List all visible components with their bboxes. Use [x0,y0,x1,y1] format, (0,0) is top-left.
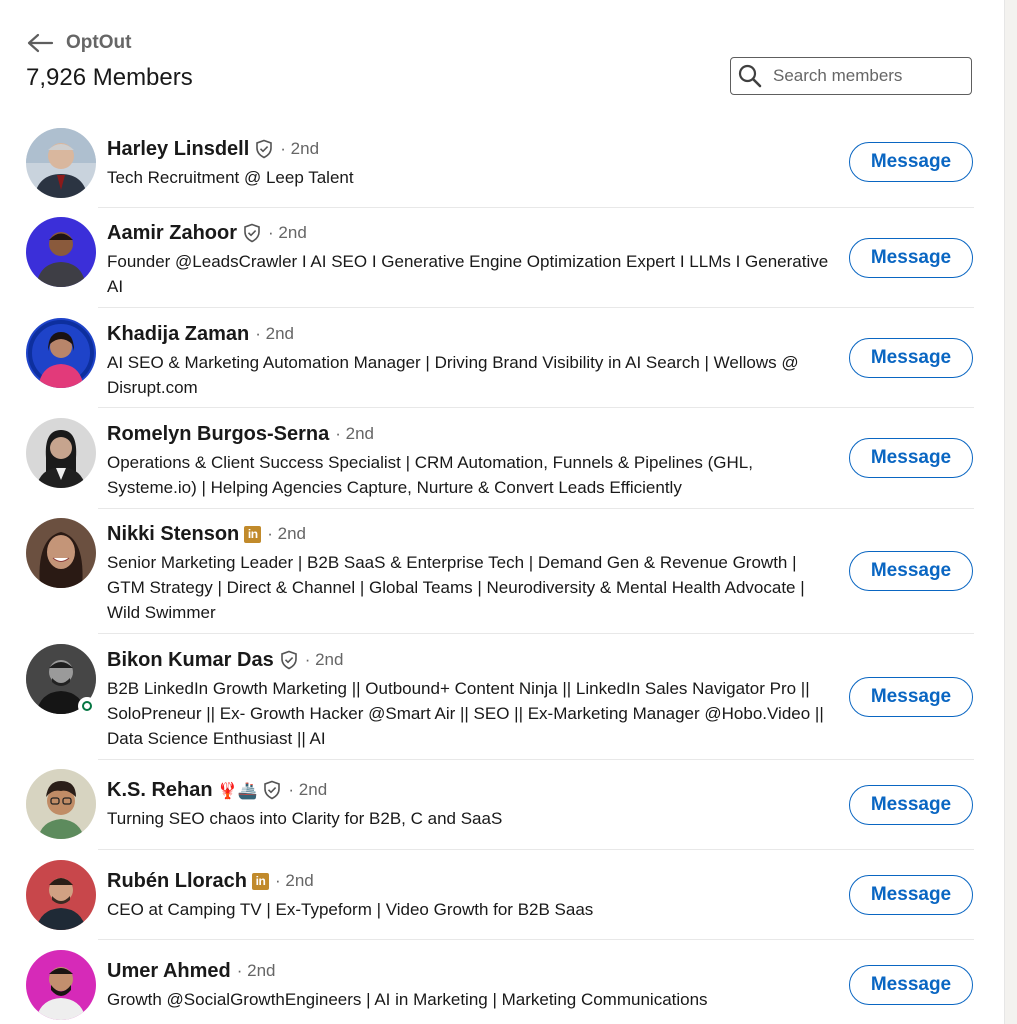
verified-icon [262,780,282,800]
member-name[interactable]: Umer Ahmed [107,960,231,983]
connection-degree: · 2nd [335,424,375,443]
divider [98,633,974,634]
search-icon [738,64,762,88]
divider [98,407,974,408]
open-status-icon [78,697,96,715]
search-box[interactable] [730,57,972,95]
member-headline: Turning SEO chaos into Clarity for B2B, … [107,809,503,828]
member-name[interactable]: Bikon Kumar Das [107,649,274,672]
linkedin-premium-icon: in [244,525,262,543]
message-button[interactable]: Message [849,875,973,915]
avatar[interactable] [26,950,96,1020]
verified-icon [254,139,274,159]
member-name[interactable]: Nikki Stenson [107,523,239,546]
connection-degree: · 2nd [275,871,314,890]
avatar[interactable] [26,217,96,287]
connection-degree: · 2nd [280,139,320,158]
connection-degree: · 2nd [288,780,328,799]
member-name[interactable]: Romelyn Burgos-Serna [107,423,329,446]
member-name[interactable]: Khadija Zaman [107,323,249,346]
connection-degree: · 2nd [268,223,307,242]
member-headline: Senior Marketing Leader | B2B SaaS & Ent… [107,553,805,622]
member-headline: B2B LinkedIn Growth Marketing || Outboun… [107,679,824,748]
search-input[interactable] [771,65,965,87]
avatar[interactable] [26,518,96,588]
arrow-left-icon [27,33,54,53]
message-button[interactable]: Message [849,551,973,591]
message-button[interactable]: Message [849,438,973,478]
message-button[interactable]: Message [849,677,973,717]
message-button[interactable]: Message [849,142,973,182]
member-headline: Operations & Client Success Specialist |… [107,453,753,497]
connection-degree: · 2nd [304,650,344,669]
divider [98,849,974,850]
member-headline: Tech Recruitment @ Leep Talent [107,168,354,187]
divider [98,759,974,760]
verified-icon [279,650,299,670]
member-count: 7,926 Members [26,64,193,91]
divider [98,207,974,208]
message-button[interactable]: Message [849,965,973,1005]
linkedin-premium-icon: in [252,872,270,890]
back-link[interactable]: OptOut [26,28,131,58]
avatar[interactable] [26,318,96,388]
member-name[interactable]: Harley Linsdell [107,138,249,161]
divider [98,939,974,940]
divider [98,307,974,308]
divider [98,508,974,509]
message-button[interactable]: Message [849,785,973,825]
avatar[interactable] [26,860,96,930]
name-emoji: 🦞🚢 [217,780,258,800]
connection-degree: · 2nd [255,324,295,343]
member-name[interactable]: Rubén Llorach [107,870,247,893]
connection-degree: · 2nd [267,524,307,543]
avatar[interactable] [26,769,96,839]
avatar[interactable] [26,128,96,198]
member-headline: Founder @LeadsCrawler I AI SEO I Generat… [107,252,829,296]
member-headline: AI SEO & Marketing Automation Manager | … [107,353,799,397]
member-name[interactable]: K.S. Rehan [107,779,213,802]
page-gutter [1004,0,1017,1024]
member-name[interactable]: Aamir Zahoor [107,222,237,245]
connection-degree: · 2nd [236,961,276,980]
member-headline: CEO at Camping TV | Ex-Typeform | Video … [107,900,594,919]
group-name: OptOut [66,32,132,53]
message-button[interactable]: Message [849,338,973,378]
member-headline: Growth @SocialGrowthEngineers | AI in Ma… [107,990,708,1009]
message-button[interactable]: Message [849,238,973,278]
avatar[interactable] [26,418,96,488]
verified-icon [242,223,262,243]
